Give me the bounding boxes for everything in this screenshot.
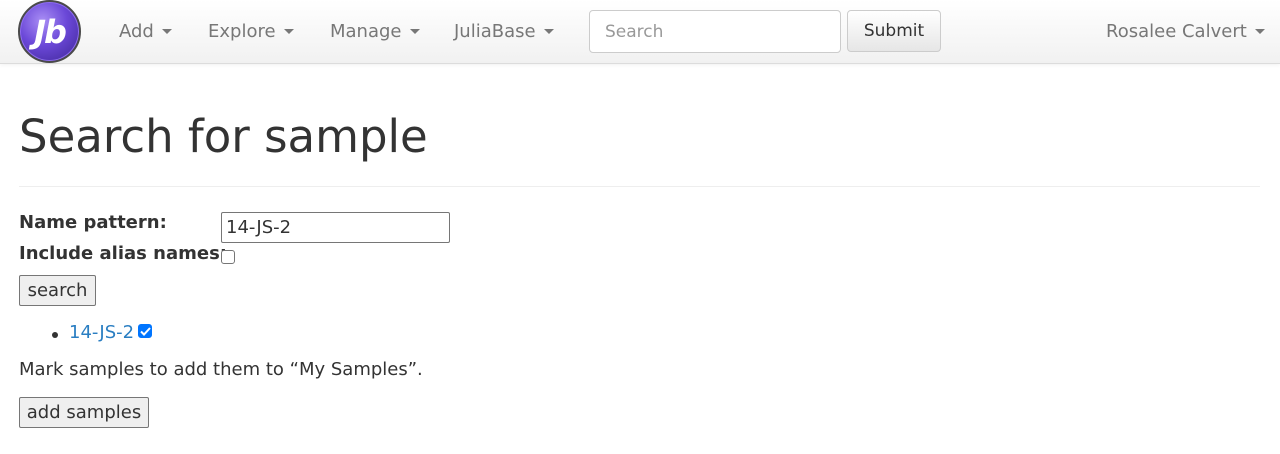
juliabase-logo[interactable]: Jb (18, 0, 81, 63)
checkmark-icon (139, 326, 151, 336)
nav-menu-manage-label: Manage (330, 20, 402, 42)
nav-menu-explore[interactable]: Explore (208, 20, 294, 42)
list-bullet (52, 332, 58, 338)
page-title: Search for sample (19, 110, 428, 163)
user-menu[interactable]: Rosalee Calvert (1106, 20, 1265, 42)
include-alias-label: Include alias names: (19, 243, 227, 264)
chevron-down-icon (543, 28, 554, 34)
chevron-down-icon (161, 28, 172, 34)
name-pattern-label: Name pattern: (19, 212, 167, 233)
include-alias-checkbox[interactable] (221, 250, 235, 264)
nav-menu-juliabase-label: JuliaBase (454, 20, 536, 42)
submit-button[interactable]: Submit (847, 10, 941, 52)
top-navbar: Jb Add Explore Manage JuliaBase Submit R… (0, 0, 1280, 64)
chevron-down-icon (283, 28, 294, 34)
logo-text: Jb (34, 12, 67, 51)
search-button[interactable]: search (19, 275, 96, 306)
navbar-search-input[interactable] (589, 10, 841, 53)
sample-link-14-js-2[interactable]: 14-JS-2 (69, 322, 134, 343)
nav-menu-manage[interactable]: Manage (330, 20, 420, 42)
nav-menu-juliabase[interactable]: JuliaBase (454, 20, 554, 42)
name-pattern-input[interactable] (221, 212, 450, 243)
nav-menu-add[interactable]: Add (119, 20, 172, 42)
title-divider (19, 186, 1260, 187)
user-name: Rosalee Calvert (1106, 20, 1247, 42)
nav-menu-add-label: Add (119, 20, 154, 42)
add-samples-button[interactable]: add samples (19, 397, 149, 428)
chevron-down-icon (409, 28, 420, 34)
chevron-down-icon (1254, 28, 1265, 34)
sample-select-checkbox[interactable] (138, 324, 152, 338)
nav-menu-explore-label: Explore (208, 20, 276, 42)
hint-text: Mark samples to add them to “My Samples”… (19, 359, 423, 380)
